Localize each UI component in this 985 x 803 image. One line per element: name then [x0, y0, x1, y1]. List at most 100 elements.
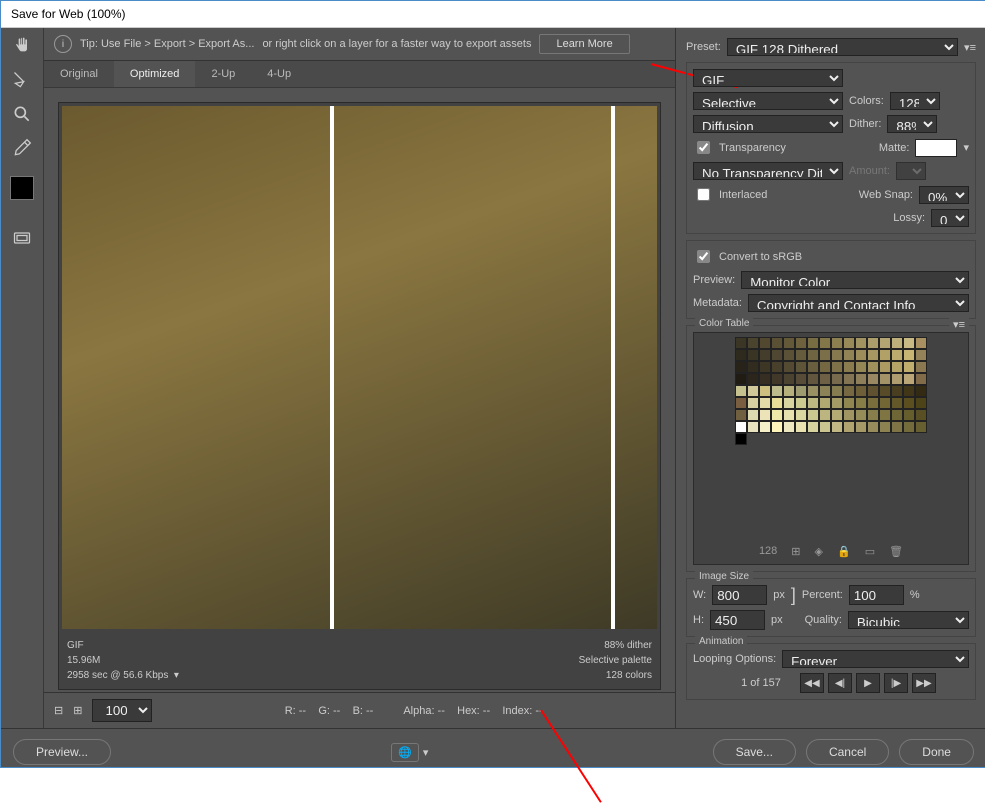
- tab-4up[interactable]: 4-Up: [251, 61, 307, 87]
- amount-label: Amount:: [849, 165, 890, 177]
- preview-profile-select[interactable]: Monitor Color: [741, 271, 969, 289]
- colors-select[interactable]: 128: [890, 92, 940, 110]
- width-input[interactable]: [712, 585, 767, 605]
- preview-mode-tabs: Original Optimized 2-Up 4-Up: [44, 61, 675, 88]
- animation-title: Animation: [695, 636, 747, 647]
- first-frame-button[interactable]: ◀◀: [800, 673, 824, 693]
- learn-more-button[interactable]: Learn More: [539, 34, 629, 54]
- percent-input[interactable]: [849, 585, 904, 605]
- matte-swatch[interactable]: [915, 139, 957, 157]
- tab-optimized[interactable]: Optimized: [114, 61, 196, 87]
- preview-file-info: GIF 15.96M 2958 sec @ 56.6 Kbps ▾ 88% di…: [59, 632, 660, 689]
- play-button[interactable]: ▶: [856, 673, 880, 693]
- readout-index: Index: --: [502, 705, 542, 717]
- reduction-select[interactable]: Selective: [693, 92, 843, 110]
- tip-bar: i Tip: Use File > Export > Export As... …: [44, 28, 675, 61]
- colors-label: Colors:: [849, 95, 884, 107]
- readout-g: G: --: [318, 705, 340, 717]
- preview-image: [62, 106, 657, 629]
- transparency-label: Transparency: [719, 142, 873, 154]
- info-format: GIF: [67, 638, 179, 653]
- matte-label: Matte:: [879, 142, 910, 154]
- transparency-checkbox[interactable]: [697, 141, 710, 154]
- websnap-label: Web Snap:: [859, 189, 913, 201]
- percent-label: Percent:: [802, 589, 843, 601]
- websnap-select[interactable]: 0%: [919, 186, 969, 204]
- browser-preview-menu-icon[interactable]: ▾: [423, 746, 429, 759]
- ct-new-icon[interactable]: ▭: [865, 545, 875, 558]
- save-button[interactable]: Save...: [713, 739, 796, 765]
- readout-alpha: Alpha: --: [403, 705, 445, 717]
- ct-trash-icon[interactable]: 🗑: [889, 545, 903, 558]
- color-table-menu-icon[interactable]: ▾≡: [949, 318, 969, 331]
- browser-preview-icon[interactable]: 🌐: [391, 743, 419, 762]
- dither-label: Dither:: [849, 118, 881, 130]
- srgb-checkbox[interactable]: [697, 250, 710, 263]
- toggle-slices-icon[interactable]: [12, 228, 32, 248]
- preview-button[interactable]: Preview...: [13, 739, 111, 765]
- info-palette: Selective palette: [579, 653, 652, 668]
- amount-select: [896, 162, 926, 180]
- color-table-palette[interactable]: [735, 337, 927, 445]
- info-colors: 128 colors: [579, 668, 652, 683]
- done-button[interactable]: Done: [899, 739, 974, 765]
- ct-shift-icon[interactable]: 🔒: [837, 545, 851, 558]
- interlaced-checkbox[interactable]: [697, 188, 710, 201]
- metadata-select[interactable]: Copyright and Contact Info: [748, 294, 969, 312]
- tab-2up[interactable]: 2-Up: [195, 61, 251, 87]
- optimize-settings-panel: Preset: GIF 128 Dithered ▾≡ GIF Selectiv…: [675, 28, 985, 728]
- info-filesize: 15.96M: [67, 653, 179, 668]
- frame-counter: 1 of 157: [726, 677, 796, 689]
- lossy-select[interactable]: 0: [931, 209, 969, 227]
- zoom-out-icon[interactable]: ⊟: [54, 704, 63, 717]
- dither-alg-select[interactable]: Diffusion: [693, 115, 843, 133]
- readout-b: B: --: [353, 705, 374, 717]
- tools-sidebar: [1, 28, 44, 728]
- window-title: Save for Web (100%): [1, 1, 985, 28]
- info-dither: 88% dither: [579, 638, 652, 653]
- zoom-in-icon[interactable]: ⊞: [73, 704, 82, 717]
- color-count: 128: [759, 545, 777, 558]
- format-select[interactable]: GIF: [693, 69, 843, 87]
- last-frame-button[interactable]: ▶▶: [912, 673, 936, 693]
- ct-lock-icon[interactable]: ◈: [815, 545, 823, 558]
- readout-r: R: --: [285, 705, 306, 717]
- next-frame-button[interactable]: |▶: [884, 673, 908, 693]
- bandwidth-menu-icon[interactable]: ▾: [174, 670, 179, 681]
- quality-select[interactable]: Bicubic: [848, 611, 969, 629]
- quality-label: Quality:: [805, 614, 842, 626]
- hand-tool-icon[interactable]: [12, 36, 32, 56]
- info-icon: i: [54, 35, 72, 53]
- transparency-dither-select[interactable]: No Transparency Dither: [693, 162, 843, 180]
- matte-menu-icon[interactable]: ▾: [963, 141, 969, 154]
- preview-profile-label: Preview:: [693, 274, 735, 286]
- height-input[interactable]: [710, 610, 765, 630]
- preset-menu-icon[interactable]: ▾≡: [964, 41, 976, 54]
- zoom-tool-icon[interactable]: [12, 104, 32, 124]
- tip-text-2: or right click on a layer for a faster w…: [262, 38, 531, 50]
- preview-viewport[interactable]: GIF 15.96M 2958 sec @ 56.6 Kbps ▾ 88% di…: [58, 102, 661, 690]
- dither-select[interactable]: 88%: [887, 115, 937, 133]
- srgb-label: Convert to sRGB: [719, 251, 802, 263]
- preset-select[interactable]: GIF 128 Dithered: [727, 38, 958, 56]
- cancel-button[interactable]: Cancel: [806, 739, 889, 765]
- px-w: px: [773, 589, 785, 601]
- prev-frame-button[interactable]: ◀|: [828, 673, 852, 693]
- preset-label: Preset:: [686, 41, 721, 53]
- tip-text-1: Tip: Use File > Export > Export As...: [80, 38, 254, 50]
- eyedropper-tool-icon[interactable]: [12, 138, 32, 158]
- color-table-title: Color Table: [695, 318, 753, 329]
- loop-select[interactable]: Forever: [782, 650, 969, 668]
- slice-tool-icon[interactable]: [12, 70, 32, 90]
- metadata-label: Metadata:: [693, 297, 742, 309]
- ct-sort-icon[interactable]: ⊞: [791, 545, 800, 558]
- readout-hex: Hex: --: [457, 705, 490, 717]
- px-h: px: [771, 614, 783, 626]
- image-size-title: Image Size: [695, 571, 753, 582]
- pct-sym: %: [910, 589, 920, 601]
- loop-label: Looping Options:: [693, 653, 776, 665]
- eyedropper-color-swatch[interactable]: [10, 176, 34, 200]
- zoom-select[interactable]: 100%: [92, 699, 152, 722]
- link-dimensions-icon[interactable]: ]: [791, 589, 796, 601]
- tab-original[interactable]: Original: [44, 61, 114, 87]
